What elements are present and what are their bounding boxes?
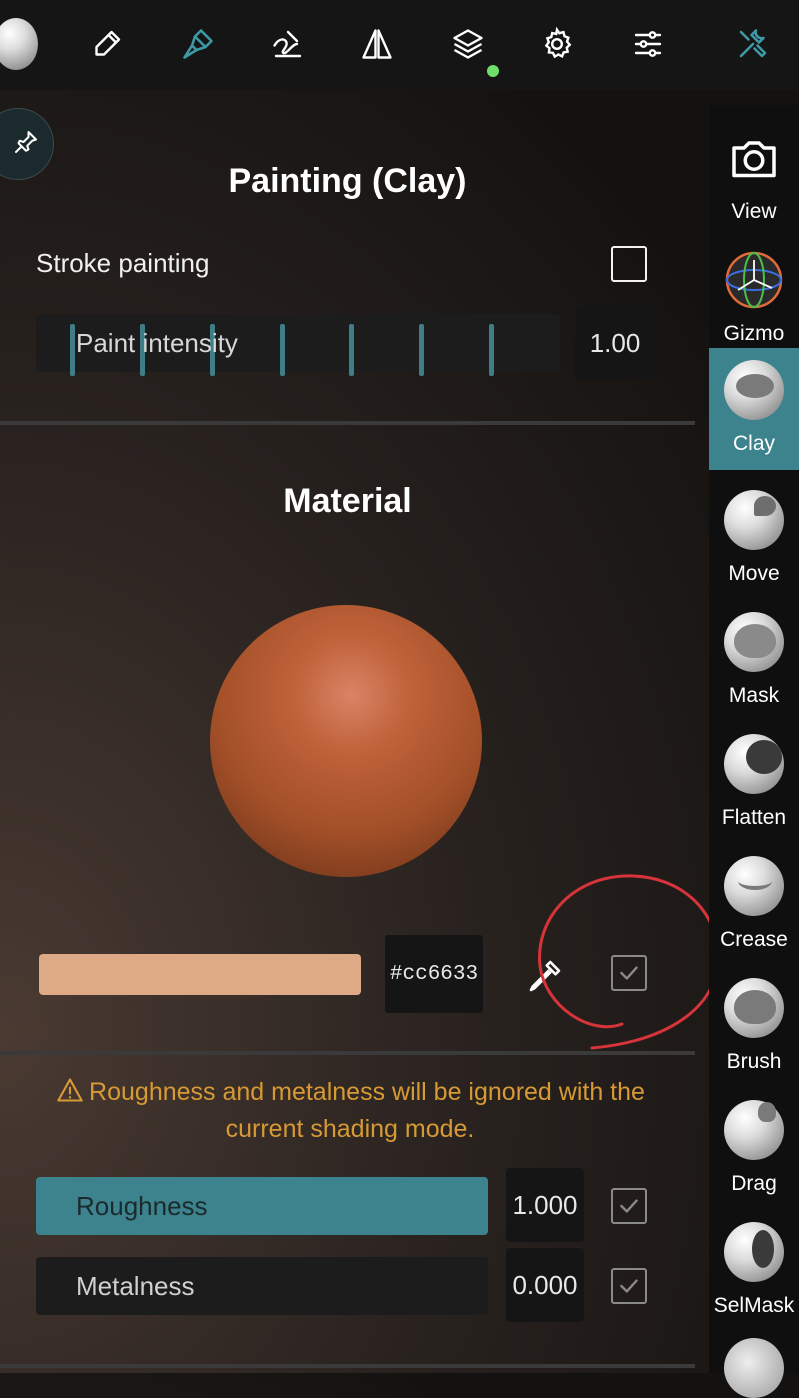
metalness-value[interactable]: 0.000 bbox=[506, 1248, 584, 1322]
tool-label: View bbox=[731, 200, 777, 223]
tools-icon[interactable] bbox=[731, 22, 775, 66]
flatten-icon bbox=[724, 734, 784, 794]
roughness-value[interactable]: 1.000 bbox=[506, 1168, 584, 1242]
layers-status-dot bbox=[487, 65, 499, 77]
shading-warning: Roughness and metalness will be ignored … bbox=[30, 1076, 670, 1146]
sphere-icon[interactable] bbox=[0, 18, 38, 70]
brush-icon[interactable] bbox=[176, 22, 220, 66]
top-toolbar bbox=[0, 0, 799, 90]
material-title: Material bbox=[283, 482, 412, 520]
clay-icon bbox=[724, 360, 784, 420]
tool-mask[interactable]: Mask bbox=[709, 600, 799, 722]
section-divider bbox=[0, 421, 695, 425]
tool-drag[interactable]: Drag bbox=[709, 1088, 799, 1210]
brush-tool-icon bbox=[724, 978, 784, 1038]
move-icon bbox=[724, 490, 784, 550]
selmask-icon bbox=[724, 1222, 784, 1282]
paint-intensity-label: Paint intensity bbox=[76, 328, 238, 358]
paint-intensity-value[interactable]: 1.00 bbox=[575, 306, 655, 380]
stroke-painting-label: Stroke painting bbox=[36, 248, 210, 278]
tool-brush[interactable]: Brush bbox=[709, 966, 799, 1088]
gear-icon[interactable] bbox=[535, 22, 579, 66]
color-swatch[interactable] bbox=[39, 954, 361, 995]
painting-title: Painting (Clay) bbox=[228, 162, 467, 200]
metalness-checkbox[interactable] bbox=[611, 1268, 647, 1304]
section-divider bbox=[0, 1051, 695, 1055]
tool-flatten[interactable]: Flatten bbox=[709, 722, 799, 844]
mask-icon bbox=[724, 612, 784, 672]
material-preview-sphere bbox=[210, 605, 482, 877]
tool-label: Drag bbox=[731, 1172, 777, 1195]
pin-icon bbox=[11, 127, 41, 162]
tool-label: Crease bbox=[720, 928, 788, 951]
roughness-checkbox[interactable] bbox=[611, 1188, 647, 1224]
tool-label: Move bbox=[728, 562, 780, 585]
pen-icon[interactable] bbox=[85, 22, 129, 66]
color-hex-field[interactable]: #cc6633 bbox=[385, 935, 483, 1013]
tool-label: Brush bbox=[726, 1050, 782, 1073]
tool-selmask[interactable]: SelMask bbox=[709, 1210, 799, 1332]
gizmo-icon bbox=[724, 250, 784, 310]
tool-clay[interactable]: Clay bbox=[709, 348, 799, 470]
warning-text: Roughness and metalness will be ignored … bbox=[89, 1078, 645, 1143]
tool-partial-icon[interactable] bbox=[724, 1338, 784, 1398]
sliders-icon[interactable] bbox=[626, 22, 670, 66]
slider-tick bbox=[70, 324, 75, 376]
warning-icon bbox=[55, 1076, 85, 1113]
symmetry-icon[interactable] bbox=[355, 22, 399, 66]
tool-label: Gizmo bbox=[723, 322, 785, 345]
stroke-painting-checkbox[interactable] bbox=[611, 246, 647, 282]
layers-icon[interactable] bbox=[446, 22, 490, 66]
tool-gizmo[interactable]: Gizmo bbox=[709, 238, 799, 360]
tool-label: Mask bbox=[728, 684, 780, 707]
stroke-icon[interactable] bbox=[266, 22, 310, 66]
tool-view[interactable]: View bbox=[709, 116, 799, 238]
tool-label: SelMask bbox=[713, 1294, 795, 1317]
slider-tick bbox=[489, 324, 494, 376]
drag-icon bbox=[724, 1100, 784, 1160]
slider-tick bbox=[349, 324, 354, 376]
slider-tick bbox=[419, 324, 424, 376]
paint-intensity-slider[interactable]: Paint intensity bbox=[36, 314, 560, 376]
tool-move[interactable]: Move bbox=[709, 478, 799, 600]
crease-icon bbox=[724, 856, 784, 916]
slider-tick bbox=[280, 324, 285, 376]
camera-icon bbox=[724, 128, 784, 188]
roughness-label: Roughness bbox=[76, 1191, 208, 1221]
tool-crease[interactable]: Crease bbox=[709, 844, 799, 966]
section-divider bbox=[0, 1364, 695, 1368]
metalness-slider[interactable]: Metalness bbox=[36, 1257, 488, 1315]
metalness-label: Metalness bbox=[76, 1271, 195, 1301]
tool-label: Clay bbox=[732, 432, 775, 455]
tool-label: Flatten bbox=[721, 806, 787, 829]
roughness-slider[interactable]: Roughness bbox=[36, 1177, 488, 1235]
annotation-circle bbox=[538, 874, 720, 1050]
